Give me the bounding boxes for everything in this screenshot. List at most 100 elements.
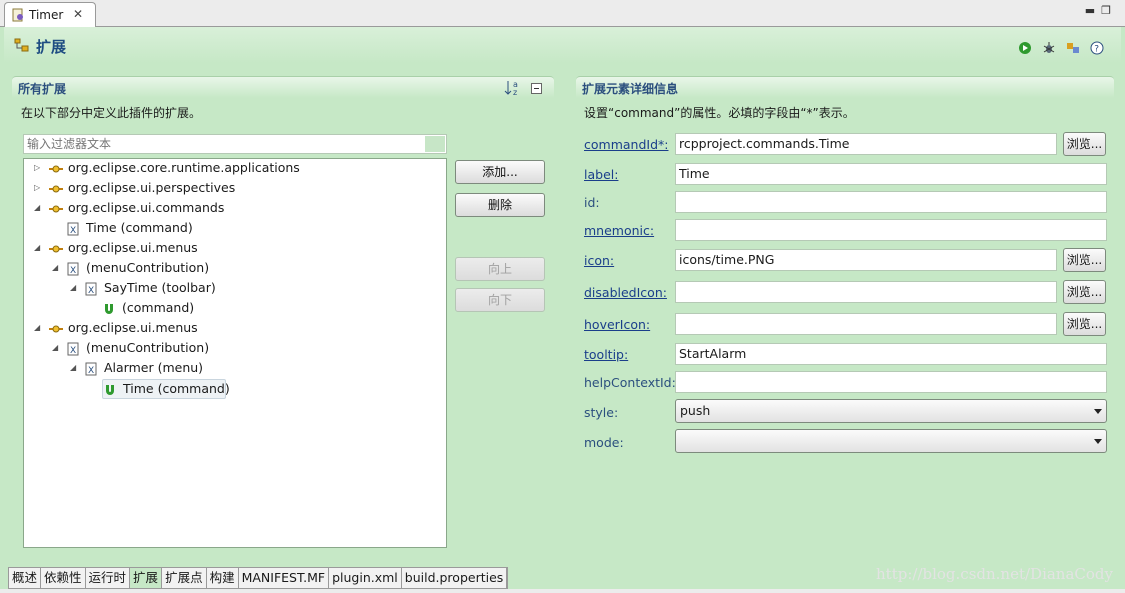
all-extensions-section-header: 所有扩展 a z <box>12 76 554 98</box>
page-tab[interactable]: plugin.xml <box>329 568 402 588</box>
page-tab[interactable]: 概述 <box>9 568 42 588</box>
browse-button[interactable]: 浏览... <box>1063 248 1106 272</box>
field-label[interactable]: mnemonic: <box>584 223 654 238</box>
field-input[interactable] <box>675 371 1107 393</box>
collapse-icon[interactable]: ◢ <box>70 363 80 373</box>
svg-text:?: ? <box>1094 45 1099 55</box>
field-label[interactable]: tooltip: <box>584 347 628 362</box>
bottom-border <box>0 589 1125 593</box>
svg-text:X: X <box>88 286 94 296</box>
tree-item-label: SayTime (toolbar) <box>104 280 216 295</box>
extensions-tree[interactable]: ▷ org.eclipse.core.runtime.applications ▷ o… <box>23 158 447 548</box>
svg-text:z: z <box>513 88 517 97</box>
tree-item-label: (menuContribution) <box>86 260 210 275</box>
page-tab[interactable]: 扩展 <box>130 568 163 588</box>
editor-tab-label: Timer <box>29 8 64 22</box>
field-input[interactable] <box>675 191 1107 213</box>
extensions-description: 在以下部分中定义此插件的扩展。 <box>21 106 202 120</box>
field-label[interactable]: commandId*: <box>584 137 668 152</box>
page-tab[interactable]: 运行时 <box>85 568 131 588</box>
add-button[interactable]: 添加... <box>455 160 545 184</box>
help-icon[interactable]: ? <box>1089 40 1105 56</box>
collapse-icon[interactable]: ◢ <box>70 283 80 293</box>
command-icon <box>102 302 118 316</box>
field-label[interactable]: disabledIcon: <box>584 285 667 300</box>
move-down-button[interactable]: 向下 <box>455 288 545 312</box>
filter-input[interactable] <box>24 135 424 153</box>
page-tab[interactable]: build.properties <box>401 568 508 588</box>
page-tab[interactable]: 扩展点 <box>162 568 207 588</box>
page-header: 扩展 ? <box>4 27 1121 63</box>
field-input[interactable]: Time <box>675 163 1107 185</box>
clear-filter-icon[interactable] <box>425 136 445 152</box>
browse-button[interactable]: 浏览... <box>1063 132 1106 156</box>
collapse-icon[interactable]: ◢ <box>52 343 62 353</box>
element-details-section-header: 扩展元素详细信息 <box>576 76 1114 98</box>
sort-alphabetically-icon[interactable]: a z <box>504 79 524 97</box>
header-toolbar: ? <box>1017 40 1105 56</box>
collapse-icon[interactable]: ◢ <box>34 243 44 253</box>
field-label[interactable]: hoverIcon: <box>584 317 650 332</box>
run-icon[interactable] <box>1017 40 1033 56</box>
field-input[interactable] <box>675 219 1107 241</box>
tree-item-label: org.eclipse.ui.menus <box>68 320 198 335</box>
page-tab[interactable]: 构建 <box>206 568 239 588</box>
expand-icon[interactable]: ▷ <box>34 183 44 193</box>
chevron-down-icon <box>1094 409 1102 414</box>
select-value: push <box>680 403 711 418</box>
watermark: http://blog.csdn.net/DianaCody <box>876 565 1113 583</box>
extension-point-icon <box>48 202 64 216</box>
field-label[interactable]: icon: <box>584 253 614 268</box>
close-icon[interactable]: ✕ <box>73 7 83 21</box>
extension-point-icon <box>48 242 64 256</box>
extension-point-icon <box>48 322 64 336</box>
collapse-icon[interactable]: ◢ <box>52 263 62 273</box>
extension-point-icon <box>48 162 64 176</box>
tree-item-label: Time (command) <box>86 220 193 235</box>
debug-icon[interactable] <box>1041 40 1057 56</box>
tree-item-label: org.eclipse.ui.perspectives <box>68 180 236 195</box>
minimize-icon[interactable]: ▬ <box>1085 4 1101 17</box>
field-input[interactable]: icons/time.PNG <box>675 249 1057 271</box>
collapse-all-icon[interactable] <box>531 83 542 94</box>
page-tab[interactable]: MANIFEST.MF <box>238 568 330 588</box>
field-label: mode: <box>584 435 624 450</box>
svg-text:X: X <box>70 226 76 236</box>
tree-item-label: org.eclipse.core.runtime.applications <box>68 160 300 175</box>
editor-tab-timer[interactable]: Timer ✕ <box>4 2 96 27</box>
field-label: helpContextId: <box>584 375 676 390</box>
field-input[interactable] <box>675 281 1057 303</box>
svg-text:X: X <box>88 366 94 376</box>
tree-item-label: Time (command) <box>123 381 230 396</box>
remove-button[interactable]: 删除 <box>455 193 545 217</box>
section-title: 扩展元素详细信息 <box>582 82 679 96</box>
collapse-icon[interactable]: ◢ <box>34 323 44 333</box>
maximize-icon[interactable]: ❐ <box>1101 4 1117 17</box>
tree-item-label: Alarmer (menu) <box>104 360 204 375</box>
browse-button[interactable]: 浏览... <box>1063 280 1106 304</box>
move-up-button[interactable]: 向上 <box>455 257 545 281</box>
tree-item[interactable]: Time (command) <box>102 379 230 399</box>
svg-text:X: X <box>70 346 76 356</box>
svg-text:X: X <box>70 266 76 276</box>
page-tab[interactable]: 依赖性 <box>41 568 86 588</box>
plugin-manifest-icon <box>12 8 23 22</box>
editor-tab-strip: Timer ✕ ▬❐ <box>0 0 1125 27</box>
field-select[interactable] <box>675 429 1107 453</box>
field-label: id: <box>584 195 600 210</box>
field-input[interactable]: rcpproject.commands.Time <box>675 133 1057 155</box>
filter-field[interactable] <box>23 134 447 154</box>
details-description: 设置“command”的属性。必填的字段由“*”表示。 <box>584 106 855 120</box>
field-select[interactable]: push <box>675 399 1107 423</box>
expand-icon[interactable]: ▷ <box>34 163 44 173</box>
section-title: 所有扩展 <box>18 82 67 96</box>
field-label[interactable]: label: <box>584 167 618 182</box>
field-input[interactable] <box>675 313 1057 335</box>
command-icon <box>103 383 119 397</box>
field-input[interactable]: StartAlarm <box>675 343 1107 365</box>
browse-button[interactable]: 浏览... <box>1063 312 1106 336</box>
field-label: style: <box>584 405 619 420</box>
export-wizard-icon[interactable] <box>1065 40 1081 56</box>
collapse-icon[interactable]: ◢ <box>34 203 44 213</box>
chevron-down-icon <box>1094 439 1102 444</box>
